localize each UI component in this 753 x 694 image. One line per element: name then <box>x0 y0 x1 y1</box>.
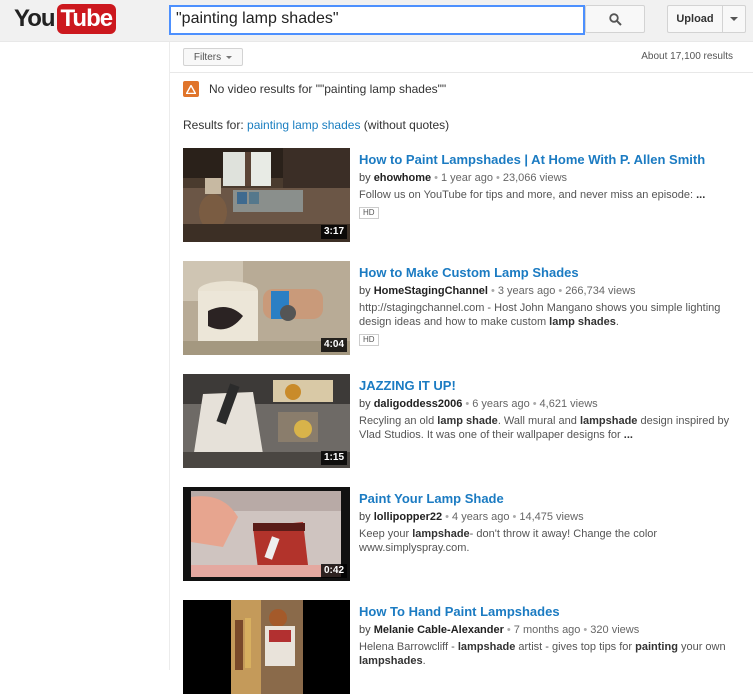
video-thumbnail[interactable]: 1:15 <box>183 374 350 468</box>
video-result: 1:15 JAZZING IT UP! by daligoddess2006 • 6… <box>183 374 743 468</box>
no-results-notice: No video results for ""painting lamp sha… <box>183 81 446 97</box>
by-label: by <box>359 172 371 184</box>
upload-age: 7 months ago <box>513 624 581 636</box>
upload-age: 6 years ago <box>472 398 530 410</box>
video-thumbnail[interactable] <box>183 600 350 694</box>
masthead: You Tube "painting lamp shades" Upload <box>0 0 753 42</box>
warning-icon <box>183 81 199 97</box>
logo-you-text: You <box>14 5 56 32</box>
view-count: 266,734 views <box>565 285 636 297</box>
filters-button[interactable]: Filters <box>183 48 243 66</box>
view-count: 23,066 views <box>502 172 568 184</box>
by-label: by <box>359 624 371 636</box>
by-label: by <box>359 511 371 523</box>
video-title-link[interactable]: How to Paint Lampshades | At Home With P… <box>359 151 743 168</box>
video-duration: 1:15 <box>320 451 347 465</box>
video-result: How To Hand Paint Lampshades by Melanie … <box>183 600 743 694</box>
upload-menu-button[interactable] <box>722 5 746 33</box>
video-meta: by ehowhome • 1 year ago • 23,066 views <box>359 172 568 184</box>
results-for-prefix: Results for: <box>183 118 244 132</box>
video-meta: by Melanie Cable-Alexander • 7 months ago •… <box>359 624 640 636</box>
video-meta: by HomeStagingChannel • 3 years ago • 266,73… <box>359 285 636 297</box>
video-description: Recyling an old lamp shade. Wall mural a… <box>359 415 730 441</box>
channel-link[interactable]: HomeStagingChannel <box>374 285 488 297</box>
view-count: 14,475 views <box>519 511 584 523</box>
video-result: 0:42 Paint Your Lamp Shade by lollipoppe… <box>183 487 743 581</box>
chevron-down-icon <box>226 55 233 59</box>
unquoted-query-link[interactable]: painting lamp shades <box>247 118 360 132</box>
filters-label: Filters <box>193 51 222 63</box>
view-count: 4,621 views <box>539 398 598 410</box>
notice-text: No video results for ""painting lamp sha… <box>209 82 447 96</box>
video-description: http://stagingchannel.com - Host John Ma… <box>359 302 721 328</box>
search-query-text: "painting lamp shades" <box>176 10 339 27</box>
chevron-down-icon <box>730 17 738 21</box>
hd-badge: HD <box>359 334 379 346</box>
upload-age: 3 years ago <box>497 285 556 297</box>
youtube-logo[interactable]: You Tube <box>14 4 117 34</box>
video-duration: 0:42 <box>320 564 347 578</box>
upload-age: 1 year ago <box>441 172 493 184</box>
guide-divider <box>169 42 170 670</box>
video-title-link[interactable]: How To Hand Paint Lampshades <box>359 603 743 620</box>
upload-age: 4 years ago <box>452 511 510 523</box>
video-thumbnail[interactable]: 4:04 <box>183 261 350 355</box>
video-duration: 4:04 <box>320 338 347 352</box>
upload-button[interactable]: Upload <box>667 5 722 33</box>
video-thumbnail[interactable]: 3:17 <box>183 148 350 242</box>
video-meta: by daligoddess2006 • 6 years ago • 4,621 vie… <box>359 398 598 410</box>
video-meta: by lollipopper22 • 4 years ago • 14,475 view… <box>359 511 584 523</box>
video-result: 3:17 How to Paint Lampshades | At Home W… <box>183 148 743 242</box>
view-count: 320 views <box>590 624 640 636</box>
by-label: by <box>359 398 371 410</box>
video-duration: 3:17 <box>320 225 347 239</box>
channel-link[interactable]: daligoddess2006 <box>374 398 463 410</box>
video-thumbnail[interactable]: 0:42 <box>183 487 350 581</box>
divider <box>170 72 753 73</box>
results-for-suffix: (without quotes) <box>363 118 450 132</box>
video-description: Follow us on YouTube for tips and more, … <box>359 189 706 201</box>
channel-link[interactable]: Melanie Cable-Alexander <box>374 624 504 636</box>
channel-link[interactable]: lollipopper22 <box>374 511 442 523</box>
search-button[interactable] <box>585 5 645 33</box>
result-count: About 17,100 results <box>641 51 733 62</box>
logo-tube-text: Tube <box>56 4 117 34</box>
results-for: Results for: painting lamp shades (witho… <box>183 118 449 132</box>
video-description: Keep your lampshade- don't throw it away… <box>359 528 658 554</box>
hd-badge: HD <box>359 207 379 219</box>
video-title-link[interactable]: Paint Your Lamp Shade <box>359 490 743 507</box>
channel-link[interactable]: ehowhome <box>374 172 431 184</box>
search-input[interactable]: "painting lamp shades" <box>169 5 585 35</box>
video-title-link[interactable]: How to Make Custom Lamp Shades <box>359 264 743 281</box>
video-description: Helena Barrowcliff - lampshade artist - … <box>359 641 726 667</box>
video-title-link[interactable]: JAZZING IT UP! <box>359 377 743 394</box>
by-label: by <box>359 285 371 297</box>
video-result: 4:04 How to Make Custom Lamp Shades by H… <box>183 261 743 355</box>
search-icon <box>608 12 622 26</box>
